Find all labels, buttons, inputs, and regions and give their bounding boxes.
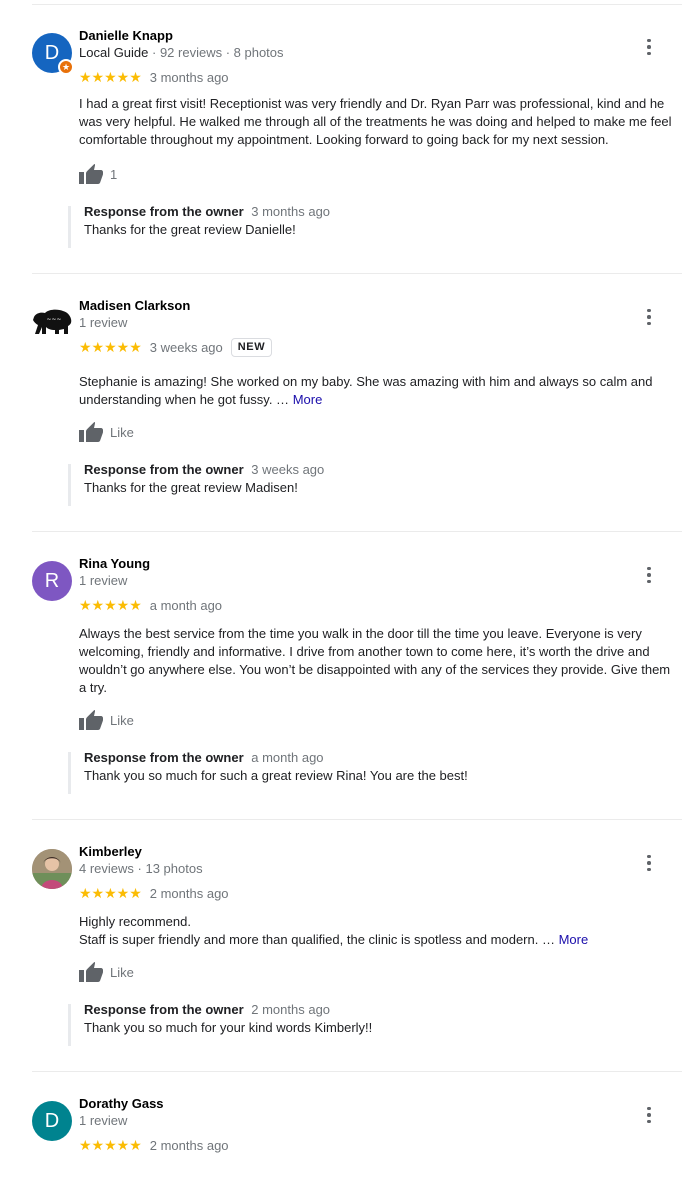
avatar[interactable]: ~~~ bbox=[32, 303, 72, 343]
review-date: a month ago bbox=[149, 597, 223, 613]
rating-row: ★★★★★ 2 months ago bbox=[79, 1135, 229, 1155]
like-label: Like bbox=[110, 712, 134, 728]
response-text: Thank you so much for your kind words Ki… bbox=[84, 1020, 373, 1035]
thumbs-up-icon bbox=[79, 962, 103, 982]
svg-text:~~~: ~~~ bbox=[46, 316, 61, 323]
review-date: 2 months ago bbox=[149, 885, 229, 901]
avatar-letter: D bbox=[44, 42, 60, 64]
review-date: 2 months ago bbox=[149, 1137, 229, 1153]
review-text: Stephanie is amazing! She worked on my b… bbox=[79, 374, 653, 407]
reviewer-meta[interactable]: 1 review bbox=[79, 573, 127, 588]
thumbs-up-icon bbox=[79, 422, 103, 442]
avatar-letter: D bbox=[44, 1110, 60, 1132]
star-rating: ★★★★★ bbox=[79, 69, 142, 85]
owner-response: Response from the owner a month ago Than… bbox=[68, 750, 683, 794]
more-options-icon[interactable] bbox=[640, 37, 658, 57]
reviewer-meta[interactable]: 1 review bbox=[79, 315, 127, 330]
owner-response: Response from the owner 3 weeks ago Than… bbox=[68, 462, 683, 506]
review-date: 3 weeks ago bbox=[149, 339, 223, 355]
reviewer-meta[interactable]: Local Guide · 92 reviews · 8 photos bbox=[79, 45, 284, 60]
like-label: Like bbox=[110, 964, 134, 980]
review-divider bbox=[32, 819, 682, 820]
more-link[interactable]: More bbox=[559, 932, 589, 947]
rating-row: ★★★★★ 3 months ago bbox=[79, 67, 229, 87]
like-count: 1 bbox=[110, 166, 118, 182]
rating-row: ★★★★★ a month ago bbox=[79, 595, 222, 615]
review-text-line: Highly recommend. bbox=[79, 914, 191, 929]
avatar[interactable]: R bbox=[32, 561, 72, 601]
more-options-icon[interactable] bbox=[640, 565, 658, 585]
like-button[interactable]: Like bbox=[79, 961, 134, 983]
response-header: Response from the owner 2 months ago bbox=[84, 1002, 331, 1017]
rating-row: ★★★★★ 3 weeks ago NEW bbox=[79, 337, 273, 357]
profile-photo-icon bbox=[32, 849, 72, 889]
reviewer-meta[interactable]: 4 reviews · 13 photos bbox=[79, 861, 203, 876]
reviewer-name[interactable]: Dorathy Gass bbox=[79, 1096, 164, 1111]
star-rating: ★★★★★ bbox=[79, 885, 142, 901]
owner-response: Response from the owner 3 months ago Tha… bbox=[68, 204, 683, 248]
star-rating: ★★★★★ bbox=[79, 597, 142, 613]
new-badge: NEW bbox=[230, 337, 273, 357]
review-date: 3 months ago bbox=[149, 69, 229, 85]
like-button[interactable]: Like bbox=[79, 421, 134, 443]
bear-logo-icon: ~~~ bbox=[33, 309, 72, 334]
avatar[interactable]: D bbox=[32, 1101, 72, 1141]
like-label: Like bbox=[110, 424, 134, 440]
more-options-icon[interactable] bbox=[640, 853, 658, 873]
more-options-icon[interactable] bbox=[640, 307, 658, 327]
star-rating: ★★★★★ bbox=[79, 1137, 142, 1153]
response-text: Thanks for the great review Danielle! bbox=[84, 222, 296, 237]
star-rating: ★★★★★ bbox=[79, 339, 142, 355]
reviewer-name[interactable]: Madisen Clarkson bbox=[79, 298, 190, 313]
like-button[interactable]: Like bbox=[79, 709, 134, 731]
avatar[interactable] bbox=[32, 849, 72, 889]
response-header: Response from the owner a month ago bbox=[84, 750, 324, 765]
reviewer-name[interactable]: Danielle Knapp bbox=[79, 28, 173, 43]
review-text: Always the best service from the time yo… bbox=[79, 626, 671, 695]
like-button[interactable]: 1 bbox=[79, 163, 117, 185]
review-text: Highly recommend. Staff is super friendl… bbox=[79, 913, 683, 949]
thumbs-up-icon bbox=[79, 164, 103, 184]
reviewer-name[interactable]: Kimberley bbox=[79, 844, 142, 859]
response-header: Response from the owner 3 months ago bbox=[84, 204, 331, 219]
review-divider bbox=[32, 531, 682, 532]
reviewer-meta[interactable]: 1 review bbox=[79, 1113, 127, 1128]
avatar[interactable]: D ★ bbox=[32, 33, 74, 75]
owner-response: Response from the owner 2 months ago Tha… bbox=[68, 1002, 683, 1046]
review-divider bbox=[32, 273, 682, 274]
response-header: Response from the owner 3 weeks ago bbox=[84, 462, 325, 477]
reviewer-name[interactable]: Rina Young bbox=[79, 556, 150, 571]
review-text: I had a great first visit! Receptionist … bbox=[79, 96, 672, 147]
top-divider bbox=[32, 4, 682, 5]
review-divider bbox=[32, 1071, 682, 1072]
more-link[interactable]: More bbox=[293, 392, 323, 407]
local-guide-star-icon: ★ bbox=[58, 59, 74, 75]
rating-row: ★★★★★ 2 months ago bbox=[79, 883, 229, 903]
more-options-icon[interactable] bbox=[640, 1105, 658, 1125]
response-text: Thanks for the great review Madisen! bbox=[84, 480, 298, 495]
avatar-letter: R bbox=[44, 570, 60, 592]
response-text: Thank you so much for such a great revie… bbox=[84, 768, 468, 783]
thumbs-up-icon bbox=[79, 710, 103, 730]
